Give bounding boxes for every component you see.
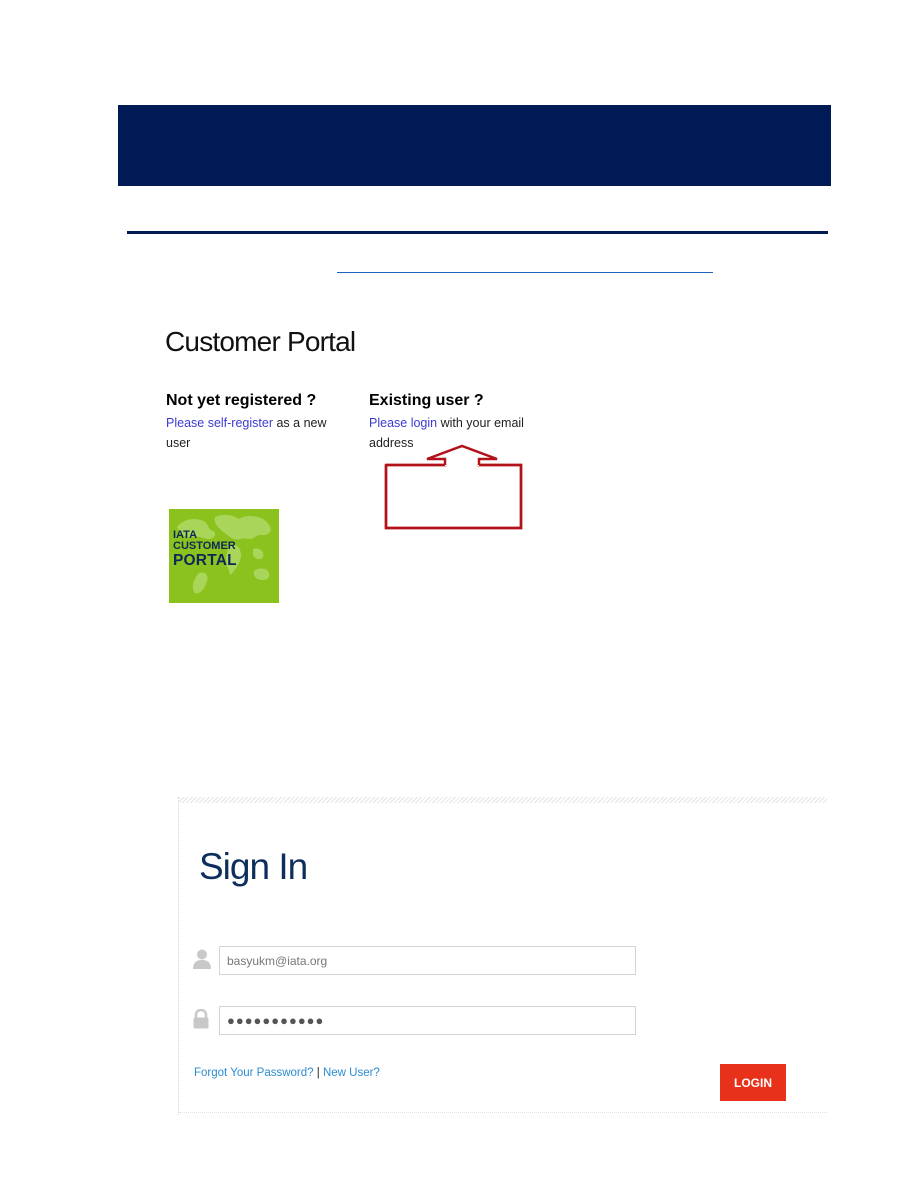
sign-in-panel: Sign In Forgot Your Password? | New User…	[178, 797, 827, 1115]
hyperlink-underline[interactable]	[337, 272, 713, 273]
links-separator: |	[313, 1067, 323, 1079]
self-register-link[interactable]: Please self-register	[166, 416, 273, 430]
header-divider	[127, 231, 828, 234]
existing-user-heading: Existing user ?	[369, 392, 484, 409]
logo-wordmark: IATA CUSTOMER PORTAL	[173, 530, 237, 569]
page-title: Customer Portal	[165, 326, 356, 357]
not-registered-section: Not yet registered ? Please self-registe…	[166, 392, 351, 453]
logo-line-3: PORTAL	[173, 552, 237, 569]
user-icon	[193, 949, 211, 969]
header-banner	[118, 105, 831, 186]
sign-in-links: Forgot Your Password? | New User?	[194, 1067, 380, 1079]
login-button[interactable]: LOGIN	[720, 1064, 786, 1101]
not-registered-text: Please self-register as a new user	[166, 413, 351, 453]
password-field[interactable]	[219, 1006, 636, 1035]
panel-top-border	[179, 797, 827, 803]
iata-customer-portal-logo: IATA CUSTOMER PORTAL	[169, 509, 279, 603]
new-user-link[interactable]: New User?	[323, 1067, 380, 1079]
not-registered-heading: Not yet registered ?	[166, 392, 317, 409]
sign-in-title: Sign In	[199, 846, 308, 887]
lock-icon	[193, 1009, 209, 1029]
logo-line-2: CUSTOMER	[173, 540, 236, 552]
forgot-password-link[interactable]: Forgot Your Password?	[194, 1067, 314, 1079]
login-link[interactable]: Please login	[369, 416, 437, 430]
panel-bottom-border	[179, 1112, 827, 1113]
username-field[interactable]	[219, 946, 636, 975]
up-arrow-icon	[384, 444, 523, 530]
